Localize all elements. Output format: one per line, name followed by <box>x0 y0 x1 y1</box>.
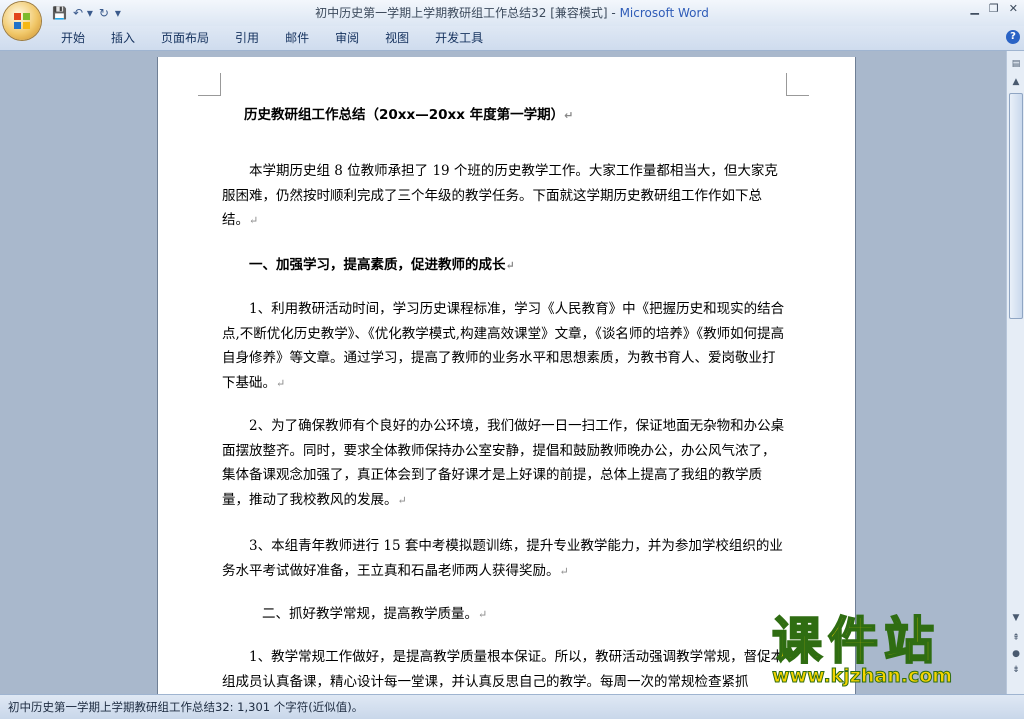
ribbon-tab-bar: 开始 插入 页面布局 引用 邮件 审阅 视图 开发工具 ? <box>0 26 1024 51</box>
paragraph: 1、利用教研活动时间，学习历史课程标准，学习《人民教育》中《把握历史和现实的结合… <box>222 301 785 391</box>
document-title: 初中历史第一学期上学期教研组工作总结32 [兼容模式] - <box>315 6 620 20</box>
quick-access-toolbar: 💾 ↶ ▾ ↻ ▾ <box>52 4 121 22</box>
help-icon[interactable]: ? <box>1006 30 1020 44</box>
app-name: Microsoft Word <box>619 6 709 20</box>
tab-view[interactable]: 视图 <box>372 30 422 46</box>
paragraph: 本学期历史组 8 位教师承担了 19 个班的历史教学工作。大家工作量都相当大，但… <box>222 163 778 228</box>
title-bar: 初中历史第一学期上学期教研组工作总结32 [兼容模式] - Microsoft … <box>0 0 1024 26</box>
tab-insert[interactable]: 插入 <box>98 30 148 46</box>
paragraph: 1、教学常规工作做好，是提高教学质量根本保证。所以，教研活动强调教学常规，督促本… <box>222 649 785 690</box>
tab-developer[interactable]: 开发工具 <box>422 30 496 46</box>
tab-page-layout[interactable]: 页面布局 <box>148 30 222 46</box>
office-logo-icon <box>14 13 30 29</box>
status-text: 初中历史第一学期上学期教研组工作总结32: 1,301 个字符(近似值)。 <box>8 700 364 714</box>
window-controls: ▁ ❐ ✕ <box>970 2 1018 15</box>
scroll-up-icon[interactable]: ▲ <box>1009 75 1023 89</box>
scrollbar-thumb[interactable] <box>1009 93 1023 319</box>
tab-references[interactable]: 引用 <box>222 30 272 46</box>
minimize-button[interactable]: ▁ <box>970 2 978 15</box>
tab-home[interactable]: 开始 <box>48 30 98 46</box>
status-bar: 初中历史第一学期上学期教研组工作总结32: 1,301 个字符(近似值)。 <box>0 694 1024 719</box>
document-area: 历史教研组工作总结（20xx—20xx 年度第一学期）↵ 本学期历史组 8 位教… <box>0 51 1006 694</box>
document-heading: 历史教研组工作总结（20xx—20xx 年度第一学期）↵ <box>244 107 574 123</box>
paragraph: 2、为了确保教师有个良好的办公环境，我们做好一日一扫工作，保证地面无杂物和办公桌… <box>222 418 785 508</box>
tab-review[interactable]: 审阅 <box>322 30 372 46</box>
ruler-toggle-icon[interactable]: ▤ <box>1009 57 1023 71</box>
customize-qat-icon[interactable]: ▾ <box>115 4 121 22</box>
restore-button[interactable]: ❐ <box>989 2 999 15</box>
site-watermark-logo: 课件站 www.kjzhan.com <box>771 612 1012 693</box>
section-heading: 二、抓好教学常规，提高教学质量。↵ <box>262 606 488 622</box>
save-icon[interactable]: 💾 <box>52 4 67 22</box>
tab-mailings[interactable]: 邮件 <box>272 30 322 46</box>
undo-icon[interactable]: ↶ ▾ <box>73 4 93 22</box>
ribbon-tabs: 开始 插入 页面布局 引用 邮件 审阅 视图 开发工具 <box>48 30 496 46</box>
margin-corner-mark <box>198 73 221 96</box>
section-heading: 一、加强学习，提高素质，促进教师的成长↵ <box>249 257 515 273</box>
paragraph: 3、本组青年教师进行 15 套中考模拟题训练，提升专业教学能力，并为参加学校组织… <box>222 538 783 579</box>
document-page[interactable]: 历史教研组工作总结（20xx—20xx 年度第一学期）↵ 本学期历史组 8 位教… <box>158 57 855 694</box>
vertical-scrollbar[interactable]: ▤ ▲ ▼ ⇞ ● ⇟ <box>1006 51 1024 694</box>
watermark-url: www.kjzhan.com <box>772 665 953 688</box>
redo-icon[interactable]: ↻ <box>99 4 109 22</box>
watermark-title: 课件站 <box>771 612 940 670</box>
window-title: 初中历史第一学期上学期教研组工作总结32 [兼容模式] - Microsoft … <box>0 4 1024 21</box>
margin-corner-mark <box>786 73 809 96</box>
office-button[interactable] <box>3 2 41 40</box>
close-button[interactable]: ✕ <box>1009 2 1018 15</box>
